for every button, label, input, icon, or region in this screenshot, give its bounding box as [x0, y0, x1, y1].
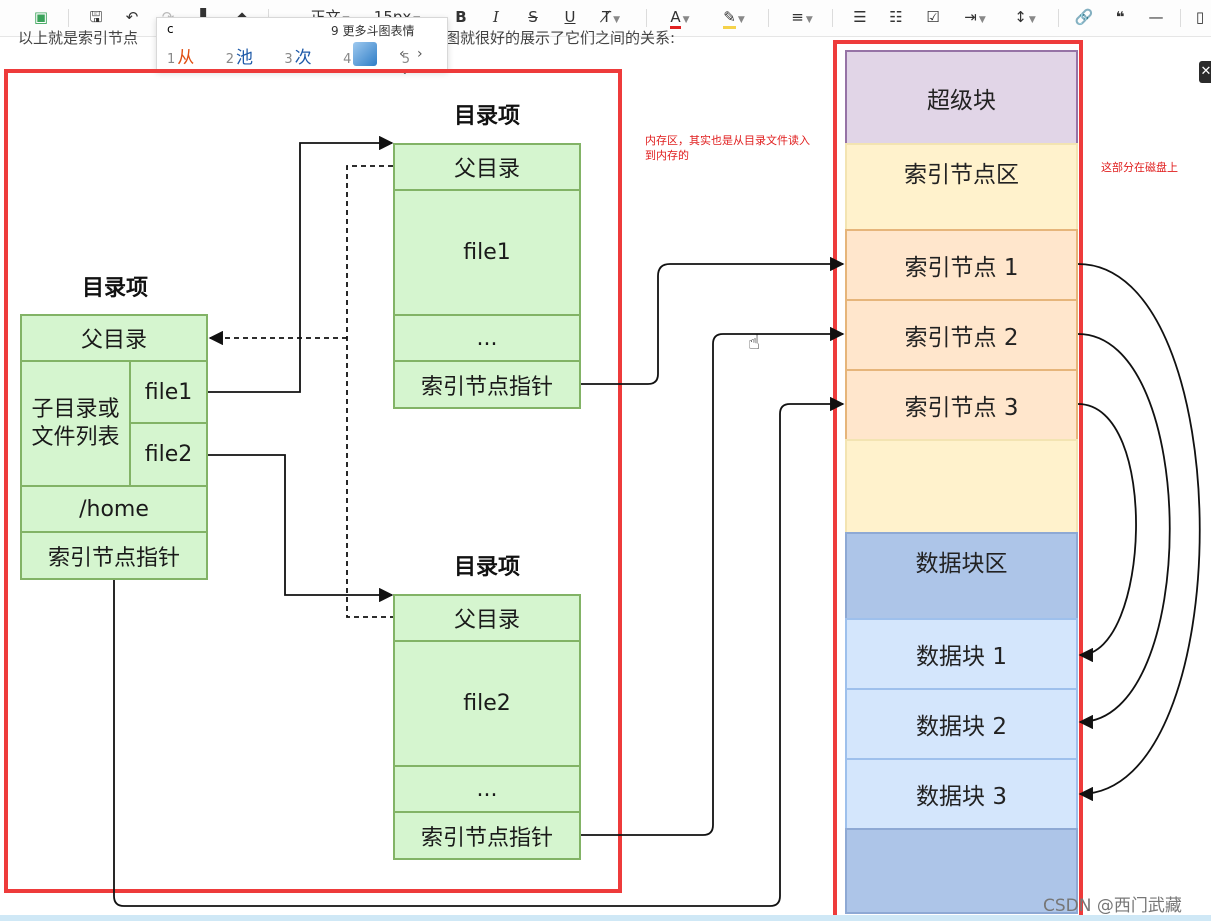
ime-sticker-thumbnail[interactable]: [353, 42, 377, 66]
ime-candidate-popup: c 9 更多斗图表情 1从 2池 3次 4吃 5 ‹ › ⌄: [156, 17, 448, 78]
dir2-ellipsis: ...: [393, 765, 581, 813]
line-spacing-icon[interactable]: ↕ ▼: [1008, 6, 1042, 28]
clear-format-icon[interactable]: T̸ ▼: [594, 6, 628, 28]
chevron-down-icon: ▼: [805, 15, 813, 25]
candidate-number: 4: [343, 52, 352, 67]
candidate-text: 次: [294, 48, 312, 68]
more-icon[interactable]: ▯: [1192, 6, 1208, 28]
memory-note: 内存区，其实也是从目录文件读入 到内存的: [645, 134, 810, 162]
toolbar-divider: [68, 9, 69, 27]
data-block-area: 数据块区: [845, 532, 1078, 620]
editor-text-tail: 下图就很好的展示了它们之间的关系:: [430, 29, 676, 47]
superblock: 超级块: [845, 50, 1078, 145]
save-icon[interactable]: 🖫: [86, 6, 106, 28]
candidate-text: 从: [177, 48, 195, 68]
toolbar-divider: [832, 9, 833, 27]
underline-icon[interactable]: U: [560, 6, 580, 28]
inode-1: 索引节点 1: [845, 229, 1078, 301]
chevron-down-icon: ▼: [682, 15, 690, 25]
data-block-2: 数据块 2: [845, 688, 1078, 760]
csdn-watermark: CSDN @西门武藏: [1043, 896, 1182, 916]
dir2-parent: 父目录: [393, 594, 581, 642]
chevron-down-icon: ▼: [1028, 15, 1036, 25]
data-block-1: 数据块 1: [845, 618, 1078, 690]
ime-candidate[interactable]: 2池: [226, 48, 266, 68]
toolbar-divider: [1180, 9, 1181, 27]
left-dir-subdir-label: 子目录或 文件列表: [20, 360, 131, 487]
inode-area-free: [845, 439, 1078, 534]
strikethrough-icon[interactable]: S: [523, 6, 543, 28]
dir1-inode-pointer: 索引节点指针: [393, 360, 581, 409]
divider-icon[interactable]: —: [1146, 6, 1166, 28]
dir1-title: 目录项: [453, 104, 520, 129]
dir2-inode-pointer: 索引节点指针: [393, 811, 581, 860]
left-dir-file2: file2: [129, 422, 208, 487]
close-icon[interactable]: ✕: [1199, 61, 1211, 83]
disk-note: 这部分在磁盘上: [1101, 161, 1178, 174]
hand-pointer-cursor: ☝: [748, 330, 761, 354]
data-block-3: 数据块 3: [845, 758, 1078, 830]
align-icon[interactable]: ≡ ▼: [784, 6, 820, 28]
candidate-number: 1: [167, 52, 176, 67]
link-icon[interactable]: 🔗: [1074, 6, 1094, 28]
candidate-number: 2: [225, 52, 234, 67]
chevron-down-icon: ▼: [978, 15, 986, 25]
highlight-icon[interactable]: ✎ ▼: [714, 6, 754, 29]
checklist-icon[interactable]: ☑: [923, 6, 943, 28]
numbered-list-icon[interactable]: ☷: [886, 6, 906, 28]
font-color-icon[interactable]: A ▼: [660, 6, 700, 29]
toolbar-divider: [768, 9, 769, 27]
subdir-label-text: 子目录或 文件列表: [31, 396, 120, 450]
arrow-inode1-to-block3: [1077, 263, 1201, 802]
candidate-text: 池: [235, 48, 253, 68]
inode-2: 索引节点 2: [845, 299, 1078, 371]
inode-3: 索引节点 3: [845, 369, 1078, 441]
ime-candidate[interactable]: 3次: [284, 48, 324, 68]
toolbar-divider: [646, 9, 647, 27]
italic-icon[interactable]: I: [486, 6, 506, 28]
inode-area: 索引节点区: [845, 143, 1078, 231]
undo-icon[interactable]: ↶: [122, 6, 142, 28]
dir1-ellipsis: ...: [393, 314, 581, 362]
new-doc-icon[interactable]: ▣: [30, 6, 52, 28]
dir2-title: 目录项: [453, 555, 520, 580]
bottom-bar: [0, 915, 1211, 921]
ime-more-stickers[interactable]: 9 更多斗图表情: [331, 22, 414, 39]
arrow-inode3-to-block1: [1077, 403, 1137, 663]
dir1-file: file1: [393, 189, 581, 316]
editor-text-head: 以上就是索引节点: [18, 29, 139, 47]
bullet-list-icon[interactable]: ☰: [850, 6, 870, 28]
bold-icon[interactable]: B: [451, 6, 471, 28]
left-dir-file1: file1: [129, 360, 208, 424]
arrow-inode2-to-block2: [1077, 333, 1171, 730]
quote-icon[interactable]: ❝: [1110, 6, 1130, 28]
ime-input-code: c: [167, 22, 174, 36]
ime-candidate[interactable]: 1从: [167, 48, 207, 68]
indent-icon[interactable]: ⇥ ▼: [958, 6, 992, 28]
chevron-down-icon: ▼: [737, 15, 745, 25]
left-dir-home: /home: [20, 485, 208, 533]
dir1-parent: 父目录: [393, 143, 581, 191]
candidate-number: 3: [284, 52, 293, 67]
chevron-down-icon: ▼: [613, 15, 621, 25]
left-dir-parent: 父目录: [20, 314, 208, 362]
left-dir-inode-pointer: 索引节点指针: [20, 531, 208, 580]
ime-candidate-list: 1从 2池 3次 4吃 5: [167, 43, 425, 68]
dir2-file: file2: [393, 640, 581, 767]
left-dir-title: 目录项: [81, 276, 148, 301]
toolbar-divider: [1058, 9, 1059, 27]
